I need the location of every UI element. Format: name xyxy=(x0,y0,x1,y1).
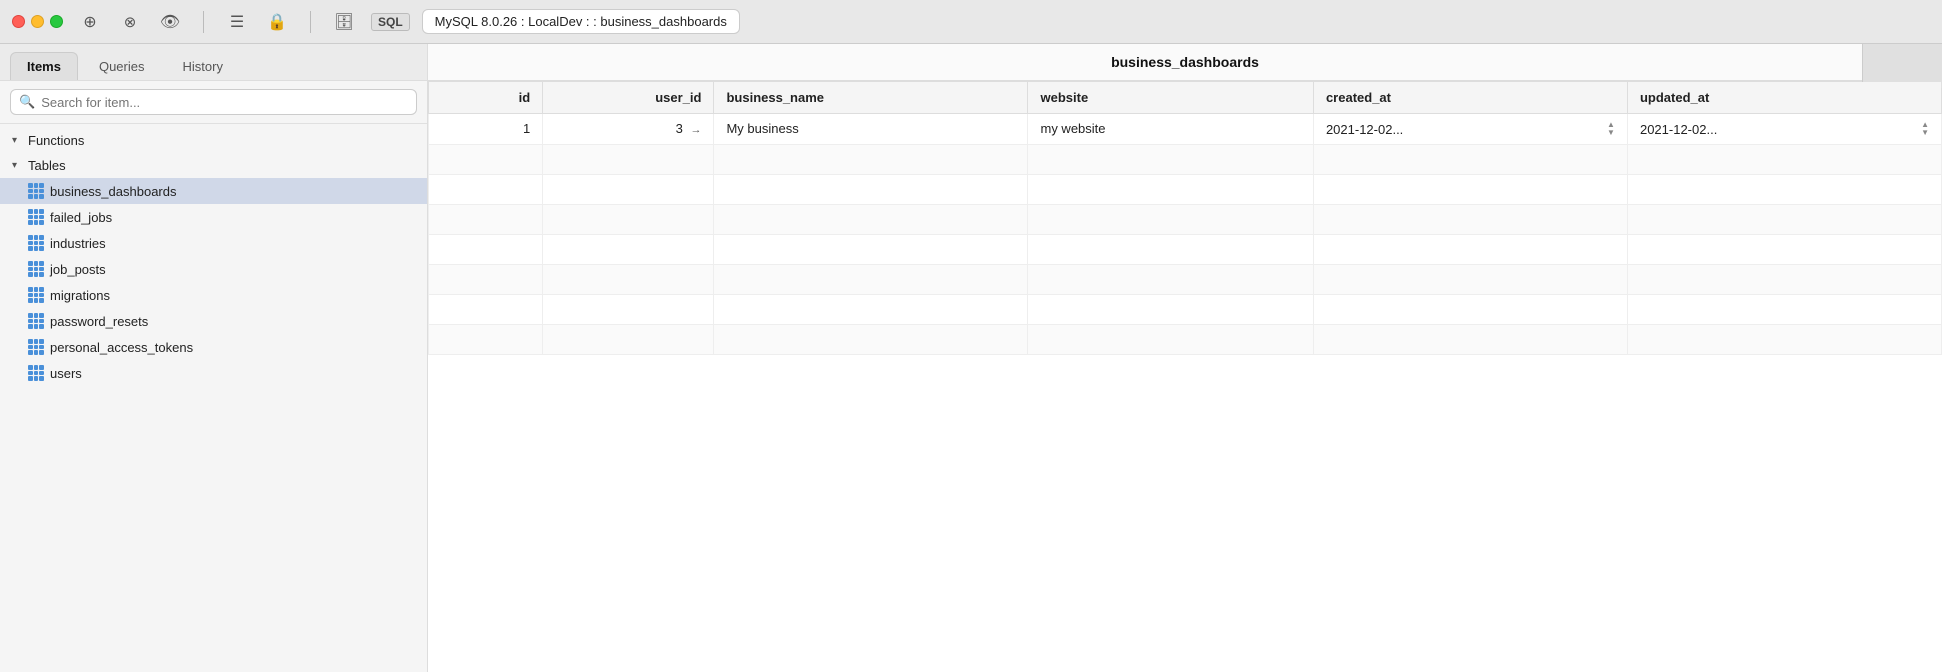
maximize-button[interactable] xyxy=(50,15,63,28)
table-row-empty-7 xyxy=(429,325,1942,355)
table-icon xyxy=(28,313,44,329)
stepper-down[interactable]: ▼ xyxy=(1607,129,1615,137)
section-functions[interactable]: ▾ Functions xyxy=(0,128,427,153)
search-input[interactable] xyxy=(41,95,408,110)
table-header-row: id user_id business_name website created… xyxy=(429,82,1942,114)
cell-user-id: 3 → xyxy=(543,114,714,145)
main-layout: Items Queries History 🔍 ▾ Functions ▾ Ta… xyxy=(0,44,1942,672)
updated-at-stepper[interactable]: ▲ ▼ xyxy=(1921,121,1929,137)
table-icon xyxy=(28,365,44,381)
table-icon xyxy=(28,261,44,277)
table-label-industries: industries xyxy=(50,236,106,251)
created-at-stepper[interactable]: ▲ ▼ xyxy=(1607,121,1615,137)
cell-updated-at: 2021-12-02... ▲ ▼ xyxy=(1627,114,1941,145)
cell-id: 1 xyxy=(429,114,543,145)
data-table: id user_id business_name website created… xyxy=(428,81,1942,355)
table-item-migrations[interactable]: migrations xyxy=(0,282,427,308)
table-row-empty-6 xyxy=(429,295,1942,325)
section-tables-label: Tables xyxy=(28,158,66,173)
search-icon: 🔍 xyxy=(19,94,35,110)
sidebar-tree: ▾ Functions ▾ Tables business_dashboards xyxy=(0,124,427,672)
bookmark-icon[interactable]: ⊕ xyxy=(79,11,101,33)
connection-info: MySQL 8.0.26 : LocalDev : : business_das… xyxy=(422,9,740,34)
col-header-id[interactable]: id xyxy=(429,82,543,114)
sidebar-tabs: Items Queries History xyxy=(0,44,427,81)
updated-at-cell: 2021-12-02... ▲ ▼ xyxy=(1640,121,1929,137)
db-icon[interactable]: 🗄 xyxy=(333,11,355,33)
user-id-arrow[interactable]: → xyxy=(690,124,701,136)
cell-website: my website xyxy=(1028,114,1313,145)
table-icon xyxy=(28,183,44,199)
stepper-down[interactable]: ▼ xyxy=(1921,129,1929,137)
table-row-empty-4 xyxy=(429,235,1942,265)
cell-business-name: My business xyxy=(714,114,1028,145)
table-row-empty-3 xyxy=(429,205,1942,235)
toolbar-divider-2 xyxy=(310,11,311,33)
sidebar: Items Queries History 🔍 ▾ Functions ▾ Ta… xyxy=(0,44,428,672)
table-row-empty-2 xyxy=(429,175,1942,205)
table-label-job-posts: job_posts xyxy=(50,262,106,277)
cell-created-at: 2021-12-02... ▲ ▼ xyxy=(1313,114,1627,145)
tab-queries[interactable]: Queries xyxy=(82,52,162,80)
col-header-created-at[interactable]: created_at xyxy=(1313,82,1627,114)
table-label-failed-jobs: failed_jobs xyxy=(50,210,112,225)
table-item-job-posts[interactable]: job_posts xyxy=(0,256,427,282)
title-bar: ⊕ ⊗ 👁 ☰ 🔒 🗄 SQL MySQL 8.0.26 : LocalDev … xyxy=(0,0,1942,44)
table-row-empty-1 xyxy=(429,145,1942,175)
chevron-functions: ▾ xyxy=(12,135,24,146)
table-item-industries[interactable]: industries xyxy=(0,230,427,256)
table-row-empty-5 xyxy=(429,265,1942,295)
toolbar-icons: ⊕ ⊗ 👁 ☰ 🔒 🗄 xyxy=(79,11,355,33)
list-icon[interactable]: ☰ xyxy=(226,11,248,33)
table-icon xyxy=(28,235,44,251)
table-label-business-dashboards: business_dashboards xyxy=(50,184,176,199)
tab-history[interactable]: History xyxy=(166,52,240,80)
content-area: business_dashboards id user_id business_… xyxy=(428,44,1942,672)
table-item-failed-jobs[interactable]: failed_jobs xyxy=(0,204,427,230)
table-label-migrations: migrations xyxy=(50,288,110,303)
col-header-business-name[interactable]: business_name xyxy=(714,82,1028,114)
lock-icon[interactable]: 🔒 xyxy=(266,11,288,33)
sql-badge[interactable]: SQL xyxy=(371,13,410,31)
toolbar-divider-1 xyxy=(203,11,204,33)
eye-icon[interactable]: 👁 xyxy=(159,11,181,33)
table-icon xyxy=(28,209,44,225)
table-label-password-resets: password_resets xyxy=(50,314,148,329)
search-box: 🔍 xyxy=(0,81,427,124)
table-label-personal-access-tokens: personal_access_tokens xyxy=(50,340,193,355)
table-label-users: users xyxy=(50,366,82,381)
traffic-lights xyxy=(12,15,63,28)
table-item-users[interactable]: users xyxy=(0,360,427,386)
table-title: business_dashboards xyxy=(428,44,1942,81)
chevron-tables: ▾ xyxy=(12,160,24,171)
created-at-cell: 2021-12-02... ▲ ▼ xyxy=(1326,121,1615,137)
table-item-password-resets[interactable]: password_resets xyxy=(0,308,427,334)
section-functions-label: Functions xyxy=(28,133,84,148)
table-row[interactable]: 1 3 → My business my website 2021-12-02.… xyxy=(429,114,1942,145)
tab-items[interactable]: Items xyxy=(10,52,78,80)
col-header-website[interactable]: website xyxy=(1028,82,1313,114)
table-icon xyxy=(28,339,44,355)
data-table-wrapper[interactable]: id user_id business_name website created… xyxy=(428,81,1942,672)
section-tables[interactable]: ▾ Tables xyxy=(0,153,427,178)
cancel-icon[interactable]: ⊗ xyxy=(119,11,141,33)
table-item-personal-access-tokens[interactable]: personal_access_tokens xyxy=(0,334,427,360)
search-inner: 🔍 xyxy=(10,89,417,115)
close-button[interactable] xyxy=(12,15,25,28)
col-header-updated-at[interactable]: updated_at xyxy=(1627,82,1941,114)
minimize-button[interactable] xyxy=(31,15,44,28)
table-item-business-dashboards[interactable]: business_dashboards xyxy=(0,178,427,204)
table-icon xyxy=(28,287,44,303)
col-header-user-id[interactable]: user_id xyxy=(543,82,714,114)
